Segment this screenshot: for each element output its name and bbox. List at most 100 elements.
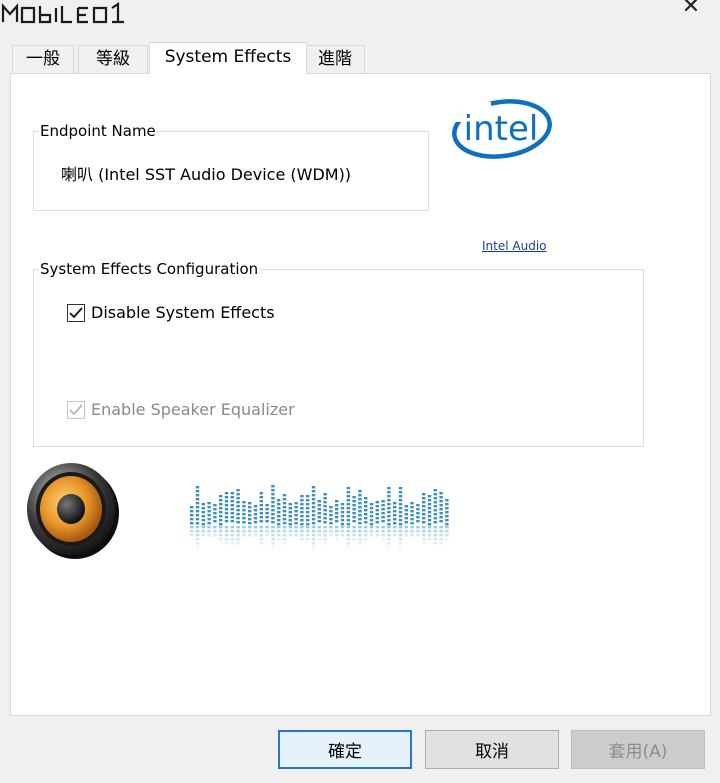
waveform-bar-segment: [323, 501, 327, 504]
waveform-bar-segment: [271, 493, 275, 496]
waveform-reflection-segment: [387, 542, 391, 545]
ok-button[interactable]: 確定: [278, 730, 412, 769]
disable-system-effects-checkbox-box[interactable]: [67, 303, 85, 322]
waveform-reflection-segment: [207, 530, 211, 533]
waveform-bar-segment: [439, 504, 443, 507]
waveform-bar-segment: [335, 516, 339, 519]
waveform-reflection-segment: [364, 538, 368, 541]
cancel-button[interactable]: 取消: [425, 730, 559, 769]
waveform-bar-segment: [282, 506, 287, 509]
tab-advanced[interactable]: 進階: [305, 45, 365, 74]
waveform-bar-segment: [190, 514, 194, 517]
waveform-bar-segment: [346, 519, 350, 522]
close-button[interactable]: ✕: [676, 0, 706, 20]
waveform-bar-segment: [410, 510, 414, 513]
waveform-bar-segment: [358, 506, 362, 509]
waveform-bar-segment: [358, 498, 362, 501]
waveform-reflection-segment: [207, 526, 211, 529]
waveform-reflection-segment: [346, 526, 350, 529]
waveform-bar-segment: [230, 492, 234, 495]
tab-general[interactable]: 一般: [12, 45, 74, 74]
waveform-reflection-segment: [387, 546, 391, 549]
waveform-reflection-segment: [317, 538, 321, 541]
waveform-bar-segment: [346, 523, 350, 526]
waveform-reflection-segment: [433, 542, 437, 545]
waveform-bar-segment: [259, 500, 263, 503]
waveform-reflection-segment: [190, 534, 194, 537]
waveform-bar-segment: [364, 497, 368, 500]
waveform-reflection-segment: [277, 534, 281, 537]
enable-speaker-equalizer-checkbox-box[interactable]: [67, 400, 85, 419]
waveform-bar-segment: [410, 522, 414, 525]
waveform-bar-segment: [335, 500, 339, 503]
waveform-reflection-segment: [277, 538, 281, 541]
waveform-bar-segment: [387, 519, 391, 522]
waveform-reflection-segment: [445, 530, 449, 533]
waveform-bar-segment: [364, 521, 368, 524]
enable-speaker-equalizer-label: Enable Speaker Equalizer: [91, 400, 295, 419]
waveform-bar-segment: [242, 501, 246, 504]
waveform-bar-segment: [219, 511, 223, 514]
apply-button[interactable]: 套用(A): [571, 730, 705, 769]
waveform-bar-segment: [300, 507, 304, 510]
waveform-bar-segment: [230, 504, 234, 507]
waveform-bar-segment: [387, 495, 391, 498]
waveform-bar-segment: [422, 505, 426, 508]
waveform-bar-segment: [427, 511, 432, 514]
tab-levels[interactable]: 等級: [78, 45, 148, 74]
checkmark-icon: [69, 306, 83, 318]
waveform-reflection-segment: [311, 530, 316, 533]
waveform-bar-segment: [259, 512, 263, 515]
waveform-bar-segment: [387, 511, 391, 514]
waveform-bar-segment: [195, 518, 200, 521]
waveform-bar-segment: [416, 520, 420, 523]
waveform-reflection-segment: [375, 526, 379, 529]
waveform-reflection-segment: [253, 534, 258, 537]
waveform-reflection-segment: [364, 526, 368, 529]
waveform-bar-segment: [335, 512, 339, 515]
waveform-reflection-segment: [346, 530, 350, 533]
waveform-reflection-segment: [364, 530, 368, 533]
waveform-reflection-segment: [398, 526, 403, 529]
waveform-reflection-segment: [259, 526, 263, 529]
waveform-reflection-segment: [219, 530, 223, 533]
waveform-bar-segment: [422, 501, 426, 504]
waveform-bar-segment: [433, 513, 437, 516]
waveform-bar-segment: [352, 520, 356, 523]
waveform-bar-segment: [433, 517, 437, 520]
system-effects-configuration-group: System Effects Configuration Disable Sys…: [33, 259, 644, 447]
waveform-bar-segment: [207, 506, 211, 509]
waveform-bar-segment: [439, 496, 443, 499]
waveform-reflection-segment: [427, 530, 432, 533]
waveform-bar-segment: [288, 503, 292, 506]
waveform-bar-segment: [445, 511, 449, 514]
waveform-bar-segment: [265, 512, 269, 515]
waveform-bar-segment: [224, 516, 229, 519]
mobile01-watermark-logo: [1, 1, 124, 24]
waveform-reflection-segment: [282, 526, 287, 529]
waveform-reflection-segment: [416, 526, 420, 529]
waveform-reflection-segment: [201, 530, 205, 533]
waveform-bar-segment: [416, 512, 420, 515]
waveform-bar-segment: [369, 519, 374, 522]
waveform-bar-segment: [375, 513, 379, 516]
waveform-bar-segment: [398, 503, 403, 506]
waveform-bar-segment: [213, 520, 217, 523]
waveform-bar-segment: [404, 513, 408, 516]
waveform-bar-segment: [398, 523, 403, 526]
waveform-bar-segment: [190, 518, 194, 521]
disable-system-effects-label: Disable System Effects: [91, 303, 275, 322]
waveform-bar-segment: [306, 523, 310, 526]
waveform-bar-segment: [271, 497, 275, 500]
intel-audio-link[interactable]: Intel Audio: [482, 239, 547, 253]
waveform-bar-segment: [306, 495, 310, 498]
waveform-reflection-segment: [387, 534, 391, 537]
waveform-reflection-segment: [253, 526, 258, 529]
disable-system-effects-checkbox[interactable]: Disable System Effects: [67, 303, 275, 322]
tab-system-effects[interactable]: System Effects: [149, 42, 307, 74]
waveform-reflection-segment: [387, 526, 391, 529]
waveform-bar-segment: [317, 504, 321, 507]
enable-speaker-equalizer-checkbox[interactable]: Enable Speaker Equalizer: [67, 400, 295, 419]
waveform-bar-segment: [300, 511, 304, 514]
waveform-reflection-segment: [265, 534, 269, 537]
